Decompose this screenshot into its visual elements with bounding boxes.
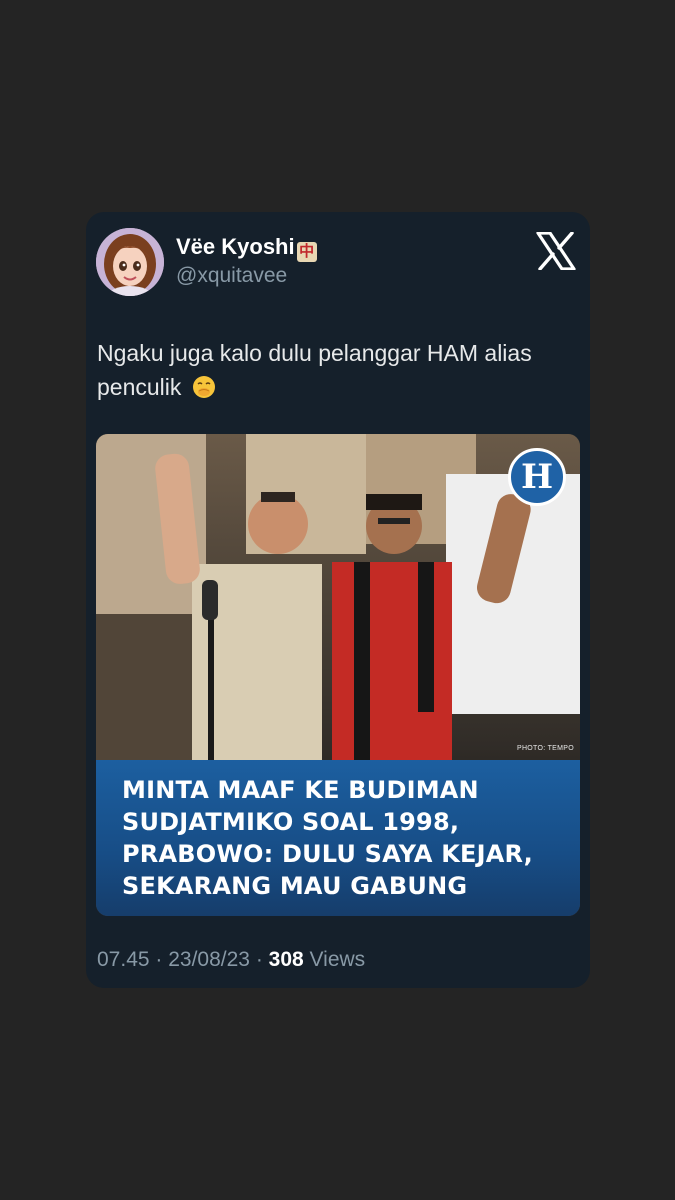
separator-dot: · [149, 948, 169, 971]
news-photo [96, 434, 580, 760]
photo-credit: PHOTO: TEMPO [516, 745, 574, 752]
avatar-illustration [96, 228, 164, 296]
separator-dot: · [249, 948, 269, 971]
tweet-date[interactable]: 23/08/23 [168, 948, 250, 971]
headline-line: MINTA MAAF KE BUDIMAN [122, 776, 479, 804]
face-with-hand-over-mouth-icon [192, 376, 215, 398]
tweet-text-body: Ngaku juga kalo dulu pelanggar HAM alias… [97, 340, 532, 400]
display-name[interactable]: Vëe Kyoshi 中 [176, 234, 317, 262]
tweet-card[interactable]: Vëe Kyoshi 中 @xquitavee Ngaku juga kalo d… [86, 212, 590, 988]
news-outlet-logo: H [508, 448, 566, 506]
headline-panel: MINTA MAAF KE BUDIMAN SUDJATMIKO SOAL 19… [96, 760, 580, 916]
news-headline: MINTA MAAF KE BUDIMAN SUDJATMIKO SOAL 19… [122, 774, 562, 902]
views-label: Views [303, 948, 366, 971]
display-name-text: Vëe Kyoshi [176, 234, 295, 259]
views-count[interactable]: 308 [269, 948, 304, 971]
avatar[interactable] [96, 228, 164, 296]
headline-line: SUDJATMIKO SOAL 1998, [122, 808, 460, 836]
mahjong-tile-icon: 中 [296, 242, 317, 262]
tweet-time[interactable]: 07.45 [97, 948, 150, 971]
tweet-media-image[interactable]: H PHOTO: TEMPO MINTA MAAF KE BUDIMAN SUD… [96, 434, 580, 916]
tweet-text: Ngaku juga kalo dulu pelanggar HAM alias… [97, 336, 577, 404]
tweet-meta: 07.45 · 23/08/23 · 308 Views [97, 948, 365, 972]
headline-line: PRABOWO: DULU SAYA KEJAR, [122, 840, 533, 868]
x-logo-icon [536, 232, 576, 270]
headline-line: SEKARANG MAU GABUNG [122, 872, 468, 900]
user-handle[interactable]: @xquitavee [176, 264, 287, 288]
